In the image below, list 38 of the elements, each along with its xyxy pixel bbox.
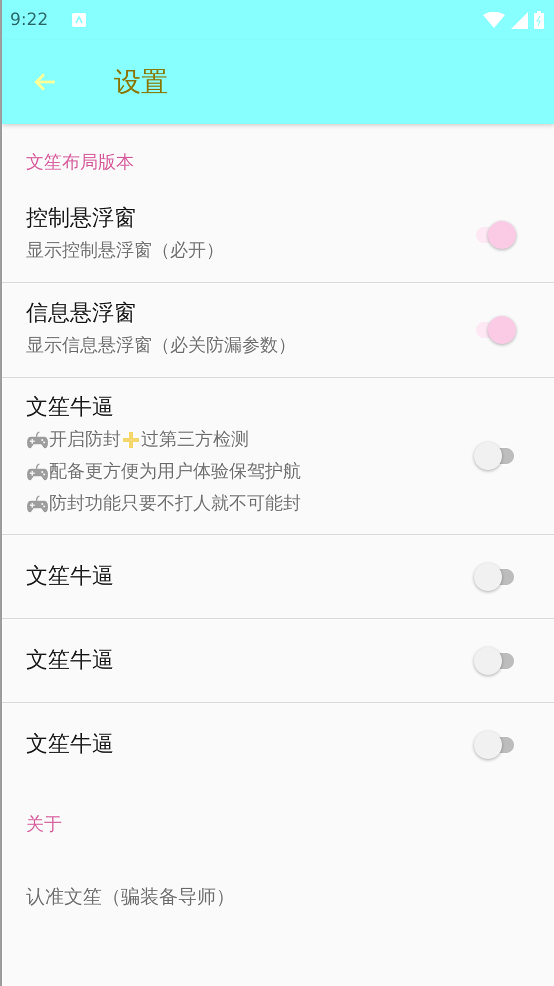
screen-title: 设置 [114,66,168,100]
notification-icon [72,13,86,27]
gamepad-icon [26,494,49,514]
plus-icon [121,430,141,450]
toggle-switch[interactable] [474,220,514,250]
item-title: 信息悬浮窗 [26,300,137,328]
toggle-switch[interactable] [474,562,514,592]
toggle-switch[interactable] [474,730,514,760]
signal-icon [511,12,528,28]
item-summary: 显示信息悬浮窗（必关防漏参数） [26,334,296,358]
item-title: 文笙牛逼 [26,394,115,422]
item-summary: 显示控制悬浮窗（必开） [26,239,224,263]
item-title: 控制悬浮窗 [26,205,137,233]
gamepad-icon [26,430,49,450]
settings-item[interactable]: 认准文笙（骗装备导师） [2,850,554,944]
item-summary: 认准文笙（骗装备导师） [26,885,235,910]
item-title: 文笙牛逼 [26,562,115,590]
clock-time: 9:22 [10,10,48,30]
settings-item[interactable]: 控制悬浮窗 显示控制悬浮窗（必开） [2,188,554,283]
settings-item[interactable]: 文笙牛逼 [2,619,554,703]
item-summary: 开启防封 [49,428,121,452]
section-header: 文笙布局版本 [25,151,135,175]
item-summary: 防封功能只要不打人就不可能封 [49,492,301,516]
section-header: 关于 [25,813,63,837]
settings-item[interactable]: 文笙牛逼 [2,535,554,619]
settings-item[interactable]: 文笙牛逼 开启防封 过第三方检测 配备更方便为用户体验保驾护航 防封功能只要不打人就不可能封 [2,378,554,535]
item-summary: 配备更方便为用户体验保驾护航 [49,460,301,484]
gamepad-icon [26,462,49,482]
item-title: 文笙牛逼 [26,646,115,674]
toggle-switch[interactable] [474,315,514,345]
item-summary: 过第三方检测 [141,428,249,452]
item-title: 文笙牛逼 [26,730,115,758]
settings-item[interactable]: 信息悬浮窗 显示信息悬浮窗（必关防漏参数） [2,283,554,378]
toggle-switch[interactable] [474,441,514,471]
settings-item[interactable]: 文笙牛逼 [2,703,554,786]
toggle-switch[interactable] [474,646,514,676]
wifi-icon [483,12,505,28]
battery-icon [534,11,544,29]
